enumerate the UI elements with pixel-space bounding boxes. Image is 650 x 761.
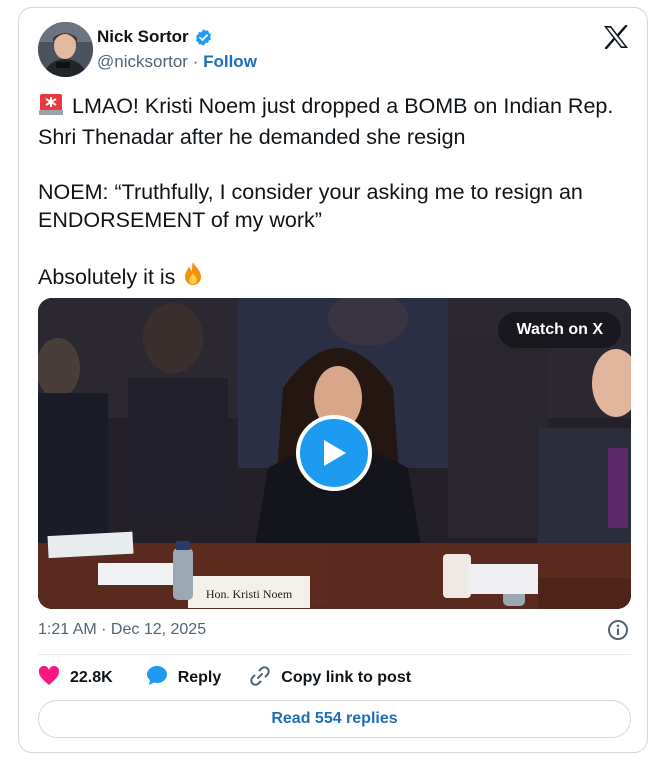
x-logo-icon[interactable]: [603, 24, 629, 50]
read-replies-button[interactable]: Read 554 replies: [38, 700, 631, 738]
post-text: LMAO! Kristi Noem just dropped a BOMB on…: [38, 92, 633, 294]
heart-icon: [38, 665, 60, 691]
divider: [38, 654, 631, 655]
post-line-1: LMAO! Kristi Noem just dropped a BOMB on…: [38, 94, 614, 149]
siren-icon: [38, 92, 64, 123]
post-line-3: Absolutely it is: [38, 265, 176, 289]
post-paragraph-1: LMAO! Kristi Noem just dropped a BOMB on…: [38, 92, 633, 151]
copy-link-button[interactable]: Copy link to post: [249, 665, 411, 692]
link-icon: [249, 665, 271, 692]
copy-link-label: Copy link to post: [281, 669, 412, 686]
handle-separator: ·: [192, 52, 199, 71]
fire-icon: [181, 261, 205, 294]
embedded-post-card: Nick Sortor @nicksortor · Follow LMAO! K…: [18, 7, 648, 753]
like-button[interactable]: 22.8K: [38, 665, 113, 691]
author-name-row[interactable]: Nick Sortor: [97, 27, 213, 47]
author-name[interactable]: Nick Sortor: [97, 27, 189, 47]
post-line-2: NOEM: “Truthfully, I consider your askin…: [38, 180, 583, 232]
nameplate-text: Hon. Kristi Noem: [206, 587, 293, 601]
action-bar: 22.8K Reply Copy link to post: [38, 665, 411, 691]
reply-button[interactable]: Reply: [146, 665, 222, 691]
like-count: 22.8K: [70, 669, 113, 686]
post-timestamp[interactable]: 1:21 AM · Dec 12, 2025: [38, 621, 206, 639]
play-icon: [324, 440, 346, 466]
post-paragraph-2: NOEM: “Truthfully, I consider your askin…: [38, 178, 633, 234]
info-icon[interactable]: [607, 619, 629, 641]
post-paragraph-3: Absolutely it is: [38, 261, 633, 294]
author-handle[interactable]: @nicksortor: [97, 52, 188, 71]
verified-badge-icon: [194, 28, 213, 47]
video-player[interactable]: Hon. Kristi Noem Watch on X: [38, 298, 631, 609]
avatar[interactable]: [38, 22, 93, 77]
author-handle-row: @nicksortor · Follow: [97, 52, 257, 72]
reply-label: Reply: [177, 669, 222, 686]
play-button[interactable]: [296, 415, 372, 491]
follow-button[interactable]: Follow: [203, 52, 257, 71]
watch-on-x-button[interactable]: Watch on X: [498, 312, 621, 348]
reply-bubble-icon: [146, 665, 168, 691]
